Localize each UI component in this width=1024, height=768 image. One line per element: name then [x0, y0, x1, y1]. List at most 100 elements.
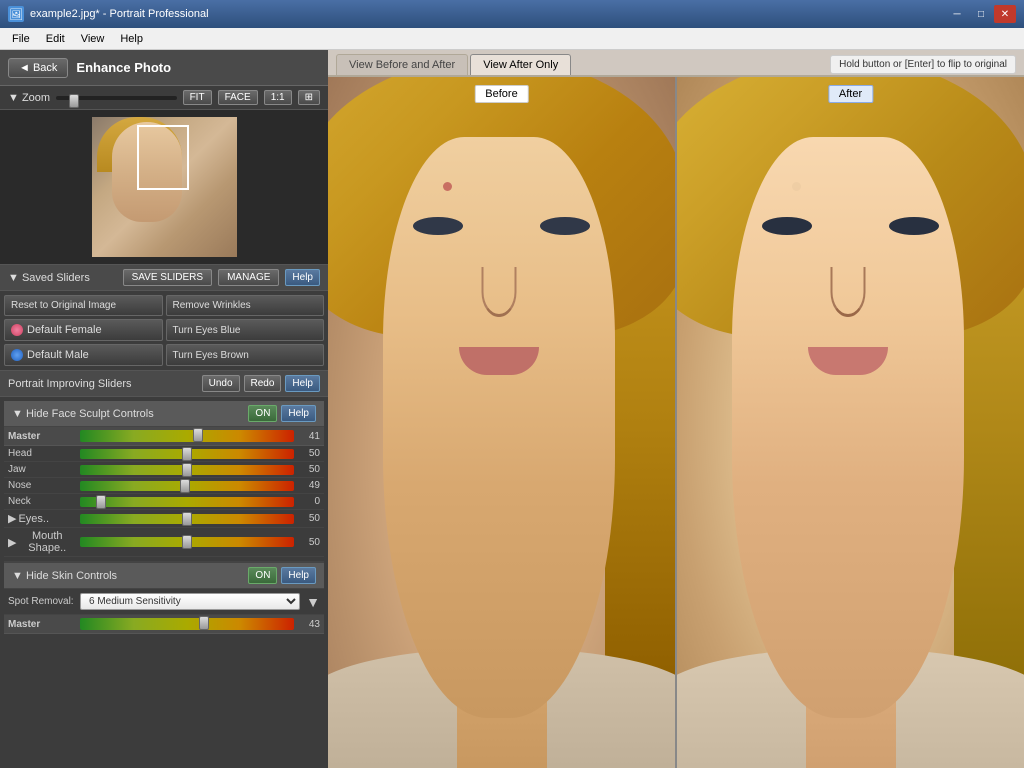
skin-controls-help-button[interactable]: Help [281, 567, 316, 584]
turn-eyes-brown-button[interactable]: Turn Eyes Brown [166, 344, 325, 366]
nose-slider-label: Nose [8, 480, 76, 491]
face-sculpt-header: ▼ Hide Face Sculpt Controls ON Help [4, 401, 324, 427]
nose-slider-value: 49 [298, 480, 320, 491]
skin-controls-header: ▼ Hide Skin Controls ON Help [4, 561, 324, 589]
eye-right-after [889, 217, 939, 235]
image-area: Before [328, 77, 1024, 768]
saved-sliders-help-button[interactable]: Help [285, 269, 320, 286]
default-female-label: Default Female [27, 324, 102, 336]
neck-slider-track[interactable] [80, 497, 294, 507]
face-sculpt-on-button[interactable]: ON [248, 405, 277, 422]
head-slider-label: Head [8, 448, 76, 459]
mouth-expand-row: ▶ Mouth Shape.. 50 [4, 528, 324, 557]
reset-original-button[interactable]: Reset to Original Image [4, 295, 163, 316]
neck-slider-value: 0 [298, 496, 320, 507]
remove-wrinkles-button[interactable]: Remove Wrinkles [166, 295, 325, 316]
skin-controls-on-button[interactable]: ON [248, 567, 277, 584]
jaw-slider-row: Jaw 50 [4, 462, 324, 478]
turn-eyes-blue-button[interactable]: Turn Eyes Blue [166, 319, 325, 341]
before-pane: Before [328, 77, 677, 768]
portrait-header: Portrait Improving Sliders Undo Redo Hel… [0, 371, 328, 397]
zoom-face-button[interactable]: FACE [218, 90, 258, 105]
hide-face-sculpt-label: ▼ Hide Face Sculpt Controls [12, 408, 244, 420]
zoom-slider[interactable] [56, 96, 177, 100]
saved-sliders-header: ▼ Saved Sliders SAVE SLIDERS MANAGE Help [0, 265, 328, 291]
titlebar: 🖼 example2.jpg* - Portrait Professional … [0, 0, 1024, 28]
skin-master-slider-value: 43 [298, 619, 320, 630]
spot-removal-row: Spot Removal: 6 Medium Sensitivity ▼ [4, 589, 324, 615]
zoom-1to1-button[interactable]: 1:1 [264, 90, 292, 105]
after-label: After [828, 85, 873, 103]
portrait-title: Portrait Improving Sliders [8, 378, 198, 390]
eyes-expand-icon: ▶ [8, 512, 16, 525]
nose-before [482, 267, 517, 317]
back-button[interactable]: ◄ Back [8, 58, 68, 78]
dropdown-arrow-icon: ▼ [306, 594, 320, 610]
face-before [383, 137, 615, 718]
default-female-button[interactable]: Default Female [4, 319, 163, 341]
mouth-after [808, 347, 888, 375]
thumb-face [112, 122, 182, 222]
eyes-expand-button[interactable]: ▶ Eyes.. [8, 512, 76, 525]
male-icon [11, 349, 23, 361]
head-slider-value: 50 [298, 448, 320, 459]
sliders-area: ▼ Hide Face Sculpt Controls ON Help Mast… [0, 397, 328, 768]
master-slider-track[interactable] [80, 430, 294, 442]
jaw-slider-track[interactable] [80, 465, 294, 475]
spot-removal-label: Spot Removal: [8, 596, 76, 607]
preset-grid: Reset to Original Image Remove Wrinkles … [0, 291, 328, 371]
manage-button[interactable]: MANAGE [218, 269, 279, 286]
tab-after-only[interactable]: View After Only [470, 54, 571, 75]
menu-edit[interactable]: Edit [38, 31, 73, 47]
portrait-help-button[interactable]: Help [285, 375, 320, 392]
minimize-button[interactable]: ─ [946, 5, 968, 23]
master-slider-value: 41 [298, 431, 320, 442]
main-layout: ◄ Back Enhance Photo ▼ Zoom FIT FACE 1:1… [0, 50, 1024, 768]
jaw-slider-label: Jaw [8, 464, 76, 475]
zoom-toggle[interactable]: ▼ Zoom [8, 92, 50, 104]
saved-sliders-toggle[interactable]: ▼ Saved Sliders [8, 272, 117, 284]
blemish-after [792, 182, 801, 191]
menubar: File Edit View Help [0, 28, 1024, 50]
redo-button[interactable]: Redo [244, 375, 282, 392]
menu-view[interactable]: View [73, 31, 113, 47]
close-button[interactable]: ✕ [994, 5, 1016, 23]
eyes-slider-value: 50 [298, 513, 320, 524]
save-sliders-button[interactable]: SAVE SLIDERS [123, 269, 213, 286]
menu-file[interactable]: File [4, 31, 38, 47]
eyes-expand-label: Eyes.. [18, 513, 49, 525]
neck-slider-row: Neck 0 [4, 494, 324, 510]
mouth-slider-track[interactable] [80, 537, 294, 547]
hide-skin-controls-label: ▼ Hide Skin Controls [12, 570, 244, 582]
female-icon [11, 324, 23, 336]
undo-button[interactable]: Undo [202, 375, 240, 392]
mouth-before [459, 347, 539, 375]
zoom-section: ▼ Zoom FIT FACE 1:1 ⊞ [0, 86, 328, 110]
flip-hint: Hold button or [Enter] to flip to origin… [830, 55, 1016, 74]
eye-left-after [762, 217, 812, 235]
eyes-slider-track[interactable] [80, 514, 294, 524]
default-male-button[interactable]: Default Male [4, 344, 163, 366]
zoom-fit-button[interactable]: FIT [183, 90, 212, 105]
maximize-button[interactable]: □ [970, 5, 992, 23]
mouth-expand-button[interactable]: ▶ Mouth Shape.. [8, 530, 76, 554]
skin-master-slider-label: Master [8, 619, 76, 630]
window-controls: ─ □ ✕ [946, 5, 1016, 23]
app-icon: 🖼 [8, 6, 24, 22]
skin-master-slider-row: Master 43 [4, 615, 324, 634]
jaw-slider-value: 50 [298, 464, 320, 475]
face-sculpt-help-button[interactable]: Help [281, 405, 316, 422]
eye-left-before [413, 217, 463, 235]
skin-master-slider-track[interactable] [80, 618, 294, 630]
head-slider-track[interactable] [80, 449, 294, 459]
eyes-expand-row: ▶ Eyes.. 50 [4, 510, 324, 528]
menu-help[interactable]: Help [112, 31, 151, 47]
neck-slider-label: Neck [8, 496, 76, 507]
spot-removal-dropdown[interactable]: 6 Medium Sensitivity [80, 593, 300, 610]
zoom-expand-button[interactable]: ⊞ [298, 90, 320, 105]
before-image [328, 77, 675, 768]
thumbnail-area [0, 110, 328, 265]
right-panel: View Before and After View After Only Ho… [328, 50, 1024, 768]
tab-before-after[interactable]: View Before and After [336, 54, 468, 75]
nose-slider-track[interactable] [80, 481, 294, 491]
